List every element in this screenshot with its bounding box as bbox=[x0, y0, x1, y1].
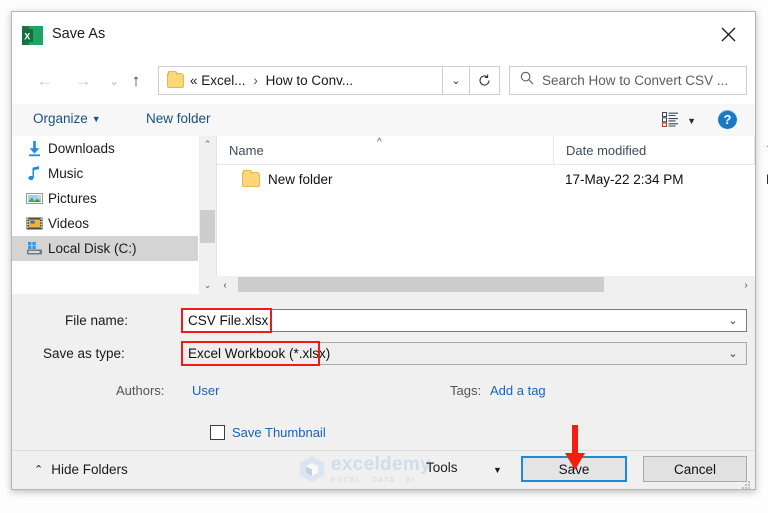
chevron-down-icon[interactable]: ⌄ bbox=[199, 277, 216, 294]
save-as-type-select[interactable]: Excel Workbook (*.xlsx) ⌄ bbox=[182, 342, 747, 365]
save-as-dialog: X Save As ← → ⌄ ↑ « Excel... › How to Co… bbox=[11, 11, 768, 490]
cube-logo-icon bbox=[300, 456, 324, 482]
breadcrumb-separator: › bbox=[253, 73, 258, 88]
tags-label: Tags: bbox=[450, 383, 482, 398]
downloads-icon bbox=[26, 140, 43, 157]
pictures-icon bbox=[26, 190, 43, 207]
footer-bar: ⌃ Hide Folders exceldemy EXCEL · DATA · … bbox=[12, 450, 755, 489]
excel-icon: X bbox=[22, 25, 43, 46]
navigation-pane-scrollbar[interactable]: ⌃ ⌄ bbox=[198, 136, 216, 294]
navigation-pane: Downloads Music Pictures Videos Local Di… bbox=[12, 136, 198, 294]
sidebar-item-pictures[interactable]: Pictures bbox=[12, 186, 198, 211]
view-dropdown-chevron-down-icon[interactable]: ▼ bbox=[687, 116, 696, 126]
close-icon[interactable] bbox=[707, 16, 749, 52]
videos-icon bbox=[26, 215, 43, 232]
sidebar-item-music[interactable]: Music bbox=[12, 161, 198, 186]
breadcrumb: « Excel... › How to Conv... bbox=[190, 73, 353, 88]
command-bar: Organize ▼ New folder ▼ ? bbox=[12, 104, 755, 137]
sidebar-item-label: Videos bbox=[48, 216, 90, 231]
cell-name: New folder bbox=[268, 171, 333, 187]
tools-chevron-down-icon[interactable]: ▼ bbox=[493, 465, 502, 475]
help-button[interactable]: ? bbox=[718, 110, 737, 129]
save-button[interactable]: Save bbox=[521, 456, 627, 482]
resize-grip-icon[interactable] bbox=[742, 477, 751, 489]
save-as-type-chevron-down-icon[interactable]: ⌄ bbox=[721, 343, 745, 364]
column-header-date-modified[interactable]: Date modified bbox=[553, 136, 754, 164]
cell-date-modified: 17-May-22 2:34 PM bbox=[565, 171, 684, 187]
sidebar-item-label: Downloads bbox=[48, 141, 115, 156]
scrollbar-thumb[interactable] bbox=[200, 210, 215, 243]
sidebar-item-downloads[interactable]: Downloads bbox=[12, 136, 198, 161]
sort-ascending-icon: ^ bbox=[377, 137, 382, 148]
navigation-bar: ← → ⌄ ↑ « Excel... › How to Conv... ⌄ Se… bbox=[12, 59, 755, 104]
new-folder-button[interactable]: New folder bbox=[146, 111, 211, 126]
add-a-tag-link[interactable]: Add a tag bbox=[490, 383, 546, 398]
checkbox-box[interactable] bbox=[210, 425, 225, 440]
save-thumbnail-checkbox[interactable]: Save Thumbnail bbox=[210, 425, 326, 440]
breadcrumb-item-1[interactable]: How to Conv... bbox=[266, 73, 354, 88]
file-list-horizontal-scrollbar[interactable]: ‹ › bbox=[216, 276, 755, 294]
file-list: Name ^ Date modified Type New folder 17-… bbox=[216, 136, 768, 294]
authors-value[interactable]: User bbox=[192, 383, 219, 398]
arrow-left-icon[interactable]: ← bbox=[32, 66, 58, 96]
file-name-value: CSV File.xlsx bbox=[188, 313, 269, 328]
dialog-body: Downloads Music Pictures Videos Local Di… bbox=[12, 136, 768, 294]
form-area: File name: CSV File.xlsx ⌄ Save as type:… bbox=[12, 294, 755, 451]
chevron-left-icon[interactable]: ‹ bbox=[216, 276, 234, 294]
cancel-button[interactable]: Cancel bbox=[643, 456, 747, 482]
chevron-down-icon: ▼ bbox=[91, 114, 101, 124]
search-placeholder-text: Search How to Convert CSV ... bbox=[542, 73, 729, 88]
list-view-icon[interactable] bbox=[662, 112, 679, 132]
save-as-type-value: Excel Workbook (*.xlsx) bbox=[188, 346, 331, 361]
folder-icon bbox=[242, 170, 260, 187]
disk-drive-icon bbox=[26, 240, 43, 257]
watermark-tagline: EXCEL · DATA · BI bbox=[331, 476, 416, 484]
file-name-chevron-down-icon[interactable]: ⌄ bbox=[721, 310, 745, 331]
file-name-label: File name: bbox=[65, 313, 129, 328]
arrow-up-icon[interactable]: ↑ bbox=[123, 66, 149, 96]
file-list-column-headers: Name ^ Date modified Type bbox=[217, 136, 768, 165]
sidebar-item-label: Music bbox=[48, 166, 84, 181]
address-dropdown-chevron-down-icon[interactable]: ⌄ bbox=[443, 66, 470, 95]
chevron-right-icon[interactable]: › bbox=[737, 276, 755, 294]
table-row[interactable]: New folder 17-May-22 2:34 PM File f bbox=[217, 164, 768, 194]
refresh-icon[interactable] bbox=[470, 66, 500, 95]
search-icon bbox=[520, 71, 534, 90]
sidebar-item-videos[interactable]: Videos bbox=[12, 211, 198, 236]
column-header-type[interactable]: Type bbox=[754, 136, 768, 164]
column-header-label: Name bbox=[229, 142, 264, 158]
save-as-type-label: Save as type: bbox=[43, 346, 125, 361]
hide-folders-label: Hide Folders bbox=[51, 462, 128, 477]
window-title: Save As bbox=[52, 26, 106, 42]
music-note-icon bbox=[26, 165, 43, 182]
folder-icon bbox=[167, 71, 184, 88]
column-header-label: Date modified bbox=[566, 142, 647, 158]
sidebar-item-label: Pictures bbox=[48, 191, 97, 206]
sidebar-item-label: Local Disk (C:) bbox=[48, 241, 137, 256]
breadcrumb-prefix: « bbox=[190, 73, 198, 88]
column-header-name[interactable]: Name ^ bbox=[217, 136, 553, 164]
screenshot-root: X Save As ← → ⌄ ↑ « Excel... › How to Co… bbox=[0, 0, 768, 513]
sidebar-item-local-disk-c[interactable]: Local Disk (C:) bbox=[12, 236, 198, 261]
chevron-up-icon[interactable]: ⌃ bbox=[199, 136, 216, 153]
chevron-up-icon: ⌃ bbox=[34, 464, 44, 476]
search-input[interactable]: Search How to Convert CSV ... bbox=[509, 66, 747, 95]
breadcrumb-item-0[interactable]: Excel... bbox=[201, 73, 245, 88]
tools-button[interactable]: Tools bbox=[426, 460, 458, 475]
file-name-input[interactable]: CSV File.xlsx ⌄ bbox=[182, 309, 747, 332]
address-bar[interactable]: « Excel... › How to Conv... bbox=[158, 66, 443, 95]
save-thumbnail-label: Save Thumbnail bbox=[232, 425, 326, 440]
organize-button[interactable]: Organize ▼ bbox=[33, 111, 101, 126]
svg-text:X: X bbox=[24, 32, 30, 42]
authors-label: Authors: bbox=[116, 383, 165, 398]
exceldemy-watermark: exceldemy EXCEL · DATA · BI bbox=[297, 450, 487, 488]
organize-label: Organize bbox=[33, 111, 88, 126]
title-bar: X Save As bbox=[12, 12, 755, 59]
arrow-right-icon[interactable]: → bbox=[70, 66, 96, 96]
hide-folders-button[interactable]: ⌃ Hide Folders bbox=[34, 462, 128, 477]
scrollbar-thumb[interactable] bbox=[238, 277, 604, 292]
watermark-name: exceldemy bbox=[331, 453, 431, 475]
